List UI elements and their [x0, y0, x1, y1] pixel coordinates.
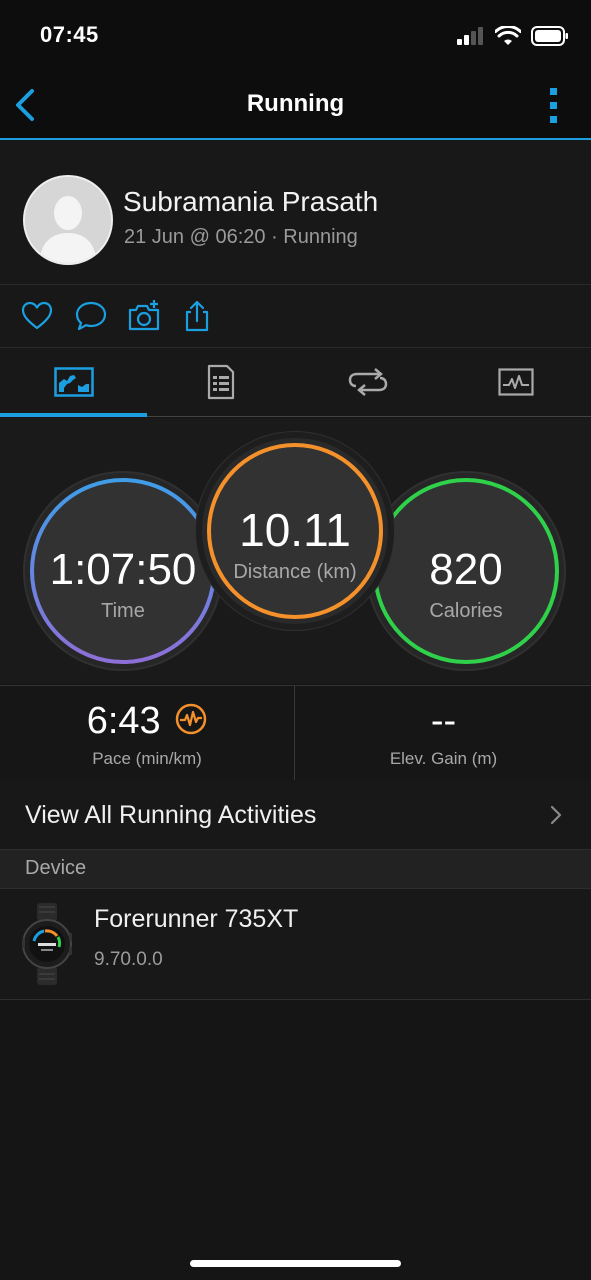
tab-laps[interactable] [294, 348, 441, 416]
tab-details[interactable] [147, 348, 294, 416]
overview-chart-icon [53, 367, 94, 397]
status-time: 07:45 [40, 22, 99, 47]
pace-stat: 6:43 Pace (min/km) [0, 686, 294, 781]
camera-add-icon[interactable] [127, 299, 161, 333]
view-all-label: View All Running Activities [25, 801, 317, 829]
pace-label: Pace (min/km) [92, 749, 202, 768]
chevron-right-icon [550, 805, 562, 825]
pace-value-row: 6:43 [0, 700, 294, 743]
avatar[interactable] [23, 175, 113, 265]
time-label: Time [101, 600, 145, 622]
elevation-value: -- [430, 700, 457, 742]
home-indicator[interactable] [190, 1260, 401, 1267]
user-name[interactable]: Subramania Prasath [123, 186, 378, 218]
summary-circles: 1:07:50 Time 820 Calories 10.11 Distance… [0, 418, 591, 684]
activity-header: Subramania Prasath 21 Jun @ 06:20 · Runn… [0, 140, 591, 285]
laps-loop-icon [348, 368, 387, 396]
pace-value: 6:43 [86, 700, 161, 742]
calories-circle: 820 Calories [366, 471, 566, 671]
details-list-icon [207, 364, 234, 400]
more-vertical-icon[interactable] [547, 87, 561, 125]
time-circle: 1:07:50 Time [23, 471, 223, 671]
elevation-label: Elev. Gain (m) [389, 749, 498, 768]
heart-icon[interactable] [20, 299, 54, 333]
calories-label: Calories [429, 600, 503, 622]
share-icon[interactable] [180, 299, 214, 333]
distance-label: Distance (km) [233, 561, 357, 583]
elevation-stat: -- Elev. Gain (m) [296, 686, 591, 781]
action-bar [0, 285, 591, 348]
device-section-label: Device [25, 857, 87, 879]
stats-divider [294, 686, 295, 780]
calories-value: 820 [429, 545, 503, 594]
tab-charts[interactable] [441, 348, 591, 416]
wifi-icon [495, 26, 521, 45]
device-version: 9.70.0.0 [94, 949, 163, 970]
page-title: Running [246, 90, 345, 117]
status-icons [457, 26, 569, 46]
graph-icon [498, 368, 534, 396]
time-value: 1:07:50 [49, 545, 197, 594]
tab-overview[interactable] [0, 348, 147, 416]
view-all-activities-row[interactable]: View All Running Activities [0, 781, 591, 850]
nav-bar: Running [0, 70, 591, 140]
battery-icon [531, 26, 568, 46]
device-row[interactable]: Forerunner 735XT 9.70.0.0 [0, 889, 591, 1000]
user-silhouette-icon [25, 177, 111, 263]
tab-selected-indicator [0, 413, 147, 417]
comment-icon[interactable] [74, 299, 108, 333]
stats-row: 6:43 Pace (min/km) -- Elev. Gain (m) [0, 685, 591, 782]
watch-icon [22, 903, 72, 985]
activity-meta: 21 Jun @ 06:20 · Running [124, 226, 358, 248]
device-section-header: Device [0, 850, 591, 889]
pace-wave-icon[interactable] [175, 703, 207, 735]
signal-icon [457, 27, 483, 45]
device-name: Forerunner 735XT [94, 905, 299, 933]
distance-circle: 10.11 Distance (km) [195, 431, 395, 631]
distance-value: 10.11 [239, 504, 351, 556]
activity-tabs [0, 348, 591, 417]
